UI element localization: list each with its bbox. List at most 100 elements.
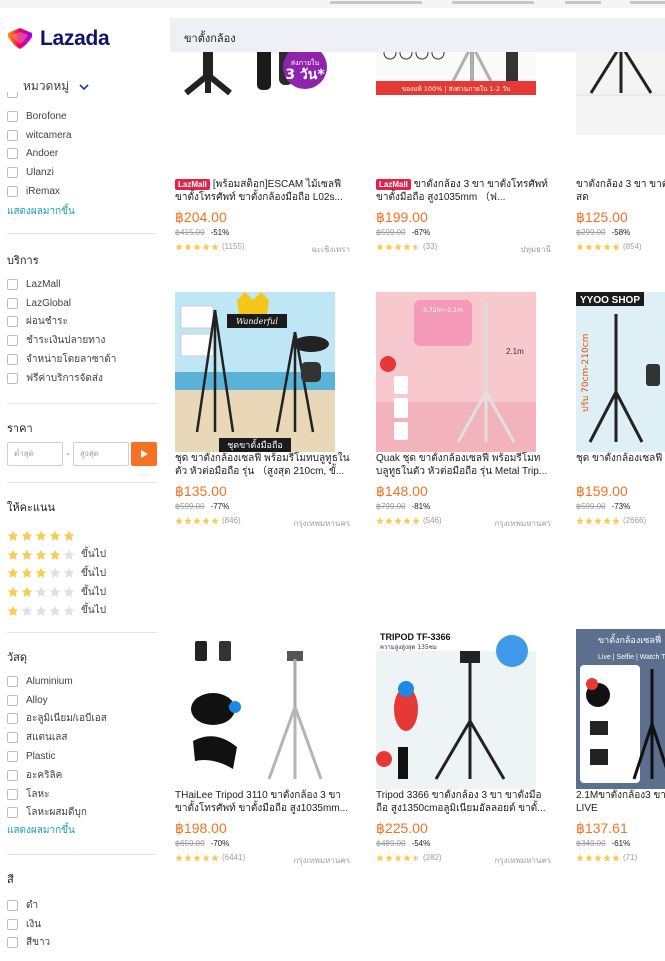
product-title[interactable]: THaiLee Tripod 3110 ขาตั้งกล้อง 3 ขา ขาต… (175, 789, 350, 815)
checkbox[interactable] (7, 788, 18, 800)
material-option-label: Plastic (26, 751, 56, 763)
checkbox[interactable] (7, 335, 18, 347)
price-min-input[interactable]: ต่ำสุด (7, 442, 63, 466)
checkbox[interactable] (7, 899, 18, 911)
checkbox[interactable] (7, 278, 18, 290)
product-title-text: ขาตั้งกล้อง 3 ขา ขาตั้งกล้องเซลฟี่ LIVE … (576, 179, 665, 203)
service-option[interactable]: ชำระเงินปลายทาง (7, 331, 157, 350)
product-image[interactable] (576, 52, 665, 135)
checkbox[interactable] (7, 807, 18, 819)
product-image[interactable]: FREE! ของแท้ 100% | ส่งด่วนภายใน 1-2 วัน (376, 52, 536, 135)
checkbox[interactable] (7, 148, 18, 160)
checkbox[interactable] (7, 297, 18, 309)
brand-show-more-link[interactable]: แสดงผลมากขึ้น (7, 203, 75, 221)
product-rating: (1155) (175, 242, 245, 251)
star-icon (403, 242, 411, 250)
product-title[interactable]: 2.1Mขาตั้งกล้อง3 ขา ขาตั้งกล้องเซลฟี่ LI… (576, 789, 665, 815)
brand-option[interactable]: iRemax (7, 182, 157, 201)
brand-option[interactable]: Andoer (7, 145, 157, 164)
product-title[interactable]: LazMall ขาตั้งกล้อง 3 ขา ขาตั้งโทรศัพท์ ข… (376, 178, 551, 204)
price-max-input[interactable]: สูงสุด (73, 442, 129, 466)
color-option[interactable]: สีขาว (7, 934, 157, 953)
product-image[interactable] (175, 629, 335, 789)
product-title[interactable]: ขาตั้งกล้อง 3 ขา ขาตั้งกล้องเซลฟี่ LIVE … (576, 178, 665, 204)
checkbox[interactable] (7, 918, 18, 930)
filter-option-brand-hidden[interactable] (7, 92, 157, 102)
color-option[interactable]: ดำ (7, 896, 157, 915)
checkbox[interactable] (7, 769, 18, 781)
checkbox[interactable] (7, 372, 18, 384)
service-option[interactable]: LazMall (7, 275, 157, 294)
product-image[interactable]: TRIPOD TF-3366 ความสูงสูงสุด 135ซม (376, 629, 536, 789)
product-card[interactable]: 0.72m~2.1m 2.1m Quak ชุด ขาตั้งกล้องเซลฟ… (371, 292, 551, 622)
material-option[interactable]: Alloy (7, 691, 157, 710)
checkbox[interactable] (7, 732, 18, 744)
checkbox[interactable] (7, 316, 18, 328)
product-card[interactable]: TRIPOD TF-3366 ความสูงสูงสุด 135ซม Tripo… (371, 629, 551, 959)
rating-filter-row[interactable]: ขึ้นไป (7, 564, 157, 583)
product-image[interactable]: YYOO SHOP ปรับ 70cm-210cm (576, 292, 665, 452)
product-image[interactable]: 0.72m~2.1m 2.1m (376, 292, 536, 452)
material-option[interactable]: โลหะ (7, 785, 157, 804)
checkbox[interactable] (7, 186, 18, 198)
product-card[interactable]: THaiLee Tripod 3110 ขาตั้งกล้อง 3 ขา ขาต… (170, 629, 350, 959)
rating-filter-row[interactable]: ขึ้นไป (7, 583, 157, 602)
star-icon (385, 242, 393, 250)
svg-text:ปรับ 70cm-210cm: ปรับ 70cm-210cm (581, 334, 591, 412)
material-option[interactable]: สแตนเลส (7, 728, 157, 747)
product-title[interactable]: LazMall [พร้อมสต็อก]ESCAM ไม้เซลฟี่ ขาตั้… (175, 178, 350, 204)
color-option[interactable]: เงิน (7, 915, 157, 934)
product-title[interactable]: ชุด ขาตั้งกล้องเซลฟี่ ตัว หัวต่อมือถือ ร… (576, 452, 665, 478)
discount-percent: -51% (210, 228, 230, 237)
product-card[interactable]: Wanderful ชุดขาตั้งมือถือ ชุด ขาตั้งกล้อง… (170, 292, 350, 622)
checkbox[interactable] (7, 129, 18, 141)
product-card[interactable]: YYOO SHOP ปรับ 70cm-210cm ชุด ขาตั้งกล้อ… (571, 292, 665, 622)
checkbox[interactable] (7, 354, 18, 366)
material-option[interactable]: อะคริลิค (7, 766, 157, 785)
checkbox[interactable] (7, 675, 18, 687)
material-option[interactable]: อะลูมิเนียม/เอบีเอส (7, 710, 157, 729)
product-title[interactable]: Tripod 3366 ขาตั้งกล้อง 3 ขา ขาตั้งมือถื… (376, 789, 551, 815)
brand-option[interactable]: Ulanzi (7, 163, 157, 182)
search-query[interactable]: ขาตั้งกล้อง (184, 29, 236, 47)
checkbox[interactable] (7, 92, 18, 98)
service-option[interactable]: LazGlobal (7, 294, 157, 313)
lazada-logo[interactable]: Lazada (6, 26, 110, 52)
product-title[interactable]: Quak ชุด ขาตั้งกล้องเซลฟี่ พร้อมรีโมทบลู… (376, 452, 551, 478)
star-icon (193, 516, 201, 524)
product-card[interactable]: ขาตั้งกล้องเซลฟี่ Live | Selfie | Watch … (571, 629, 665, 959)
checkbox[interactable] (7, 167, 18, 179)
star-icon (7, 549, 19, 560)
lazada-heart-icon (6, 28, 34, 50)
review-count: (1155) (222, 242, 245, 251)
price-apply-button[interactable] (131, 442, 157, 466)
search-bar[interactable]: ขาตั้งกล้อง (170, 18, 665, 52)
review-count: (71) (623, 853, 638, 862)
rating-filter-row[interactable] (7, 527, 157, 546)
checkbox[interactable] (7, 713, 18, 725)
product-title[interactable]: ชุด ขาตั้งกล้องเซลฟี่ พร้อมรีโมทบลูทูธใน… (175, 452, 350, 478)
divider (7, 482, 157, 483)
product-original-price-row: ฿489.00 -54% (376, 839, 430, 848)
product-image[interactable]: ขาตั้งกล้องเซลฟี่ Live | Selfie | Watch … (576, 629, 665, 789)
material-option[interactable]: Plastic (7, 747, 157, 766)
material-option[interactable]: โลหะผสมดีบุก (7, 804, 157, 823)
checkbox[interactable] (7, 694, 18, 706)
product-title-text: ชุด ขาตั้งกล้องเซลฟี่ ตัว หัวต่อมือถือ ร… (576, 453, 665, 464)
product-image[interactable]: ส่งภายใน 3 วัน* (175, 52, 335, 135)
service-option[interactable]: ฟรีค่าบริการจัดส่ง (7, 369, 157, 388)
checkbox[interactable] (7, 937, 18, 949)
rating-filter-row[interactable]: ขึ้นไป (7, 546, 157, 565)
star-icon (612, 242, 620, 250)
discount-percent: -54% (411, 839, 431, 848)
brand-option[interactable]: witcamera (7, 126, 157, 145)
product-image[interactable]: Wanderful ชุดขาตั้งมือถือ (175, 292, 335, 452)
material-show-more-link[interactable]: แสดงผลมากขึ้น (7, 822, 75, 840)
rating-filter-row[interactable]: ขึ้นไป (7, 601, 157, 620)
checkbox[interactable] (7, 751, 18, 763)
checkbox[interactable] (7, 110, 18, 122)
service-option[interactable]: ผ่อนชำระ (7, 313, 157, 332)
brand-option[interactable]: Borofone (7, 107, 157, 126)
service-option[interactable]: จำหน่ายโดยลาซาด้า (7, 350, 157, 369)
material-option[interactable]: Aluminium (7, 672, 157, 691)
